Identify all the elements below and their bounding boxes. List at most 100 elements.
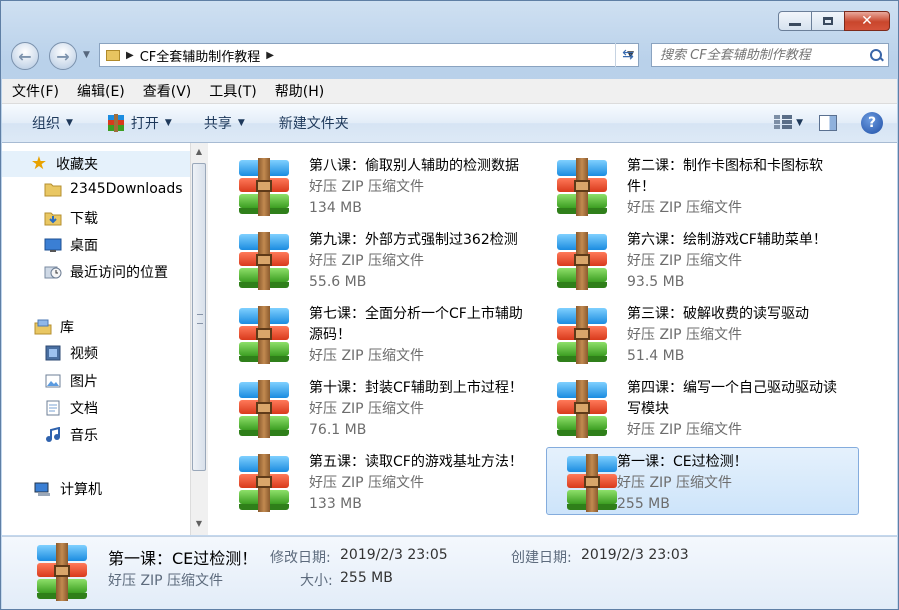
recent-places-icon <box>44 266 62 279</box>
libraries-icon <box>34 319 52 335</box>
details-created-label: 创建日期: <box>511 550 572 566</box>
zip-archive-icon <box>236 306 292 364</box>
zip-archive-icon <box>554 158 610 216</box>
maximize-icon <box>823 17 833 25</box>
nav-item-music[interactable]: 音乐 <box>44 425 98 445</box>
open-button[interactable]: 打开 ▼ <box>83 104 182 142</box>
menu-file[interactable]: 文件(F) <box>4 81 67 101</box>
file-size: 76.1 MB <box>309 422 367 438</box>
file-name: 第五课：读取CF的游戏基址方法！ <box>309 454 523 470</box>
new-folder-button[interactable]: 新建文件夹 <box>255 104 359 142</box>
file-size: 51.4 MB <box>627 348 685 364</box>
file-name: 第四课：编写一个自己驱动驱动读写模块 <box>627 380 837 417</box>
file-tile[interactable]: 第八课：偷取别人辅助的检测数据 好压 ZIP 压缩文件 134 MB <box>218 151 531 219</box>
details-modified-label: 修改日期: <box>270 550 331 566</box>
help-icon[interactable]: ? <box>861 112 883 134</box>
pictures-icon <box>45 374 61 388</box>
refresh-icon: ⇆ <box>622 47 634 63</box>
minimize-button[interactable] <box>778 11 812 31</box>
nav-item-downloads[interactable]: 下载 <box>44 208 98 228</box>
downloads-folder-icon <box>44 212 62 226</box>
scroll-up-arrow-icon[interactable]: ▲ <box>193 147 205 159</box>
search-box[interactable] <box>651 43 889 67</box>
details-file-type: 好压 ZIP 压缩文件 <box>108 573 224 589</box>
file-tile[interactable]: 第五课：读取CF的游戏基址方法！ 好压 ZIP 压缩文件 133 MB <box>218 447 531 515</box>
address-bar[interactable]: ▶ CF全套辅助制作教程 ▶ ▼ <box>99 43 639 67</box>
menu-view[interactable]: 查看(V) <box>135 81 200 101</box>
file-tile-selected[interactable]: 第一课：CE过检测！ 好压 ZIP 压缩文件 255 MB <box>546 447 859 515</box>
menu-tools[interactable]: 工具(T) <box>201 81 264 101</box>
details-size-value: 255 MB <box>340 570 393 586</box>
file-tile[interactable]: 第六课：绘制游戏CF辅助菜单！ 好压 ZIP 压缩文件 93.5 MB <box>536 225 849 293</box>
file-type: 好压 ZIP 压缩文件 <box>309 253 425 269</box>
nav-item-documents[interactable]: 文档 <box>44 398 98 418</box>
file-list-view: 第八课：偷取别人辅助的检测数据 好压 ZIP 压缩文件 134 MB 第二课：制… <box>208 143 897 535</box>
zip-archive-icon <box>564 454 620 512</box>
file-tile[interactable]: 第九课：外部方式强制过362检测 好压 ZIP 压缩文件 55.6 MB <box>218 225 531 293</box>
file-size: 134 MB <box>309 200 362 216</box>
videos-icon <box>45 345 61 361</box>
file-tile[interactable]: 第十课：封装CF辅助到上市过程！ 好压 ZIP 压缩文件 76.1 MB <box>218 373 531 441</box>
file-tile[interactable]: 第四课：编写一个自己驱动驱动读写模块 好压 ZIP 压缩文件 <box>536 373 849 441</box>
file-tile[interactable]: 第二课：制作卡图标和卡图标软件！ 好压 ZIP 压缩文件 <box>536 151 849 219</box>
file-name: 第九课：外部方式强制过362检测 <box>309 232 518 248</box>
back-button[interactable]: ← <box>11 42 39 70</box>
file-type: 好压 ZIP 压缩文件 <box>627 253 743 269</box>
nav-item-label: 2345Downloads <box>70 181 183 197</box>
nav-scrollbar[interactable]: ▲ ▼ <box>190 143 208 535</box>
star-icon: ★ <box>30 153 48 174</box>
search-input[interactable] <box>658 46 862 64</box>
maximize-button[interactable] <box>811 11 845 31</box>
address-path[interactable]: CF全套辅助制作教程 <box>140 46 261 65</box>
zip-archive-icon <box>34 543 90 601</box>
file-name: 第三课：破解收费的读写驱动 <box>627 306 809 322</box>
nav-item-label: 桌面 <box>70 238 98 254</box>
zip-archive-icon <box>107 114 125 132</box>
nav-computer[interactable]: 计算机 <box>34 479 102 499</box>
scroll-thumb[interactable] <box>192 163 206 471</box>
zip-archive-icon <box>236 232 292 290</box>
refresh-button[interactable]: ⇆ <box>615 43 640 67</box>
scroll-down-arrow-icon[interactable]: ▼ <box>193 519 205 531</box>
nav-libraries[interactable]: 库 <box>34 317 74 337</box>
search-icon[interactable] <box>870 49 882 61</box>
recent-pages-dropdown[interactable]: ▼ <box>83 50 90 60</box>
nav-item-2345downloads[interactable]: 2345Downloads <box>44 181 183 197</box>
menu-help[interactable]: 帮助(H) <box>267 81 332 101</box>
nav-item-pictures[interactable]: 图片 <box>44 371 98 391</box>
file-name: 第一课：CE过检测！ <box>617 454 748 470</box>
nav-favorites-label: 收藏夹 <box>56 157 98 173</box>
file-tile[interactable]: 第七课：全面分析一个CF上市辅助源码！ 好压 ZIP 压缩文件 <box>218 299 531 367</box>
file-name: 第七课：全面分析一个CF上市辅助源码！ <box>309 306 523 343</box>
file-type: 好压 ZIP 压缩文件 <box>627 327 743 343</box>
details-pane: 第一课：CE过检测！ 好压 ZIP 压缩文件 修改日期: 2019/2/3 23… <box>2 536 897 609</box>
view-options-dropdown[interactable]: ▼ <box>796 118 803 128</box>
computer-icon <box>34 482 50 496</box>
nav-item-recent-places[interactable]: 最近访问的位置 <box>44 262 168 282</box>
file-size: 93.5 MB <box>627 274 685 290</box>
preview-pane-icon[interactable] <box>819 115 837 131</box>
organize-button[interactable]: 组织 ▼ <box>2 104 83 142</box>
open-label: 打开 <box>130 116 159 132</box>
menu-edit[interactable]: 编辑(E) <box>69 81 133 101</box>
share-button[interactable]: 共享 ▼ <box>182 104 255 142</box>
nav-item-videos[interactable]: 视频 <box>44 343 98 363</box>
minimize-icon <box>789 22 801 26</box>
breadcrumb-separator-icon[interactable]: ▶ <box>126 50 134 61</box>
zip-archive-icon <box>236 380 292 438</box>
nav-favorites[interactable]: ★ 收藏夹 <box>2 151 190 177</box>
change-view-icon[interactable] <box>774 115 793 131</box>
file-type: 好压 ZIP 压缩文件 <box>309 401 425 417</box>
close-icon: ✕ <box>861 13 873 29</box>
file-type: 好压 ZIP 压缩文件 <box>309 348 425 364</box>
file-type: 好压 ZIP 压缩文件 <box>309 475 425 491</box>
nav-libraries-label: 库 <box>60 320 74 336</box>
breadcrumb-chevron-icon[interactable]: ▶ <box>266 50 274 61</box>
navigation-row: ← → ▼ ▶ CF全套辅助制作教程 ▶ ▼ ⇆ <box>11 41 891 71</box>
forward-button[interactable]: → <box>49 42 77 70</box>
nav-item-desktop[interactable]: 桌面 <box>44 235 98 255</box>
close-button[interactable]: ✕ <box>844 11 890 31</box>
details-modified-value: 2019/2/3 23:05 <box>340 547 448 563</box>
file-tile[interactable]: 第三课：破解收费的读写驱动 好压 ZIP 压缩文件 51.4 MB <box>536 299 849 367</box>
new-folder-label: 新建文件夹 <box>278 116 349 132</box>
